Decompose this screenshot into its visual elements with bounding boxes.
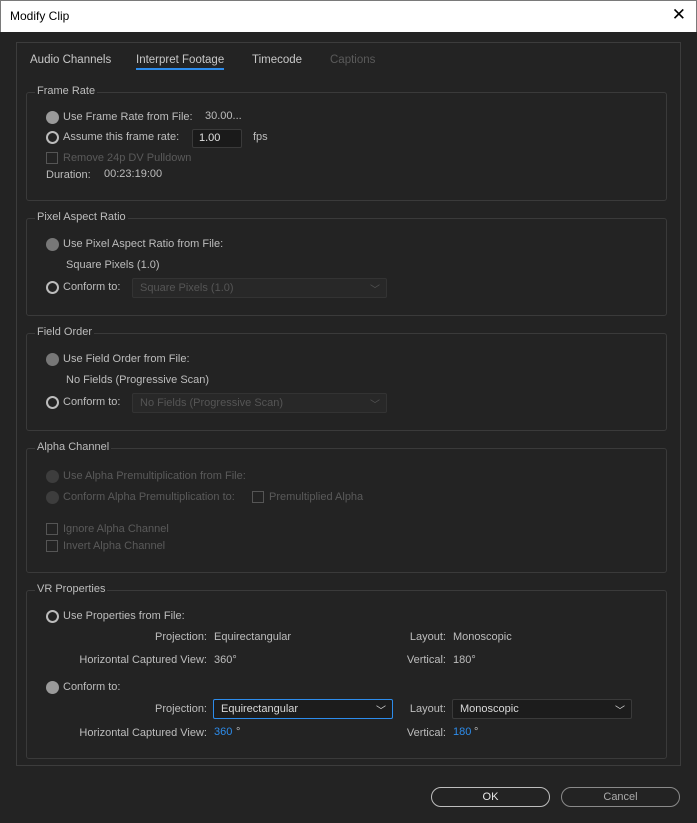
file-frame-rate: 30.00...: [205, 110, 242, 122]
hview-deg: °: [236, 726, 241, 738]
projection-label: Projection:: [155, 631, 207, 643]
use-par-label: Use Pixel Aspect Ratio from File:: [63, 238, 224, 250]
use-vr-file-radio[interactable]: [46, 610, 59, 623]
c-hview-label: Horizontal Captured View:: [79, 727, 207, 739]
select-value: Equirectangular: [221, 703, 299, 715]
remove-pulldown-checkbox: [46, 152, 58, 164]
group-title: Frame Rate: [35, 85, 98, 97]
conform-alpha-label: Conform Alpha Premultiplication to:: [63, 491, 235, 503]
use-vr-file-label: Use Properties from File:: [63, 610, 185, 622]
vertical-value: 180°: [453, 654, 476, 666]
alpha-channel-group: Alpha Channel: [26, 441, 667, 573]
conform-vr-label: Conform to:: [63, 681, 121, 693]
tab-interpret-footage[interactable]: Interpret Footage: [136, 54, 225, 70]
duration-value: 00:23:19:00: [104, 168, 163, 180]
ignore-alpha-label: Ignore Alpha Channel: [63, 523, 169, 535]
group-title: Alpha Channel: [35, 441, 112, 453]
conform-par-radio[interactable]: [46, 281, 59, 294]
tab-timecode[interactable]: Timecode: [252, 54, 302, 66]
cancel-button[interactable]: Cancel: [561, 787, 680, 807]
frame-rate-group: Frame Rate: [26, 85, 667, 201]
use-alpha-radio: [46, 470, 59, 483]
fps-label: fps: [253, 131, 268, 143]
select-value: Monoscopic: [460, 703, 519, 715]
assume-frame-rate-radio[interactable]: [46, 131, 59, 144]
conform-vr-radio[interactable]: [46, 681, 59, 694]
use-frame-rate-radio[interactable]: [46, 111, 59, 124]
conform-field-order-radio[interactable]: [46, 396, 59, 409]
group-title: Pixel Aspect Ratio: [35, 211, 128, 223]
ok-button[interactable]: OK: [431, 787, 550, 807]
layout-select[interactable]: Monoscopic ﹀: [452, 699, 632, 719]
group-title: Field Order: [35, 326, 95, 338]
projection-select[interactable]: Equirectangular ﹀: [213, 699, 393, 719]
chevron-down-icon: ﹀: [370, 285, 380, 296]
use-field-order-label: Use Field Order from File:: [63, 353, 190, 365]
tab-captions: Captions: [330, 54, 376, 66]
vertical-deg: °: [474, 726, 479, 738]
tab-audio-channels[interactable]: Audio Channels: [30, 54, 111, 66]
invert-alpha-label: Invert Alpha Channel: [63, 540, 166, 552]
premultiplied-label: Premultiplied Alpha: [269, 491, 364, 503]
c-layout-label: Layout:: [409, 703, 446, 715]
par-file-value: Square Pixels (1.0): [66, 259, 160, 271]
group-title: VR Properties: [35, 583, 108, 595]
conform-field-order-select: No Fields (Progressive Scan) ﹀: [132, 393, 387, 413]
select-value: Square Pixels (1.0): [140, 282, 234, 294]
vertical-scrub-value[interactable]: 180: [453, 726, 471, 738]
use-par-radio[interactable]: [46, 238, 59, 251]
vertical-label: Vertical:: [406, 654, 446, 666]
invert-alpha-checkbox: [46, 540, 58, 552]
c-projection-label: Projection:: [155, 703, 207, 715]
projection-value: Equirectangular: [214, 631, 292, 643]
chevron-down-icon: ﹀: [370, 400, 380, 411]
field-order-file-value: No Fields (Progressive Scan): [66, 374, 210, 386]
hview-scrub-value[interactable]: 360: [214, 726, 232, 738]
use-field-order-radio[interactable]: [46, 353, 59, 366]
use-alpha-label: Use Alpha Premultiplication from File:: [63, 470, 246, 482]
remove-pulldown-label: Remove 24p DV Pulldown: [63, 152, 192, 164]
conform-field-order-label: Conform to:: [63, 396, 121, 408]
layout-value: Monoscopic: [453, 631, 512, 643]
ignore-alpha-checkbox: [46, 523, 58, 535]
close-icon[interactable]: ✕: [672, 5, 686, 25]
premultiplied-checkbox: [252, 491, 264, 503]
hview-value: 360°: [214, 654, 237, 666]
hview-label: Horizontal Captured View:: [79, 654, 207, 666]
conform-alpha-radio: [46, 491, 59, 504]
title-bar: Modify Clip ✕: [0, 0, 697, 32]
conform-par-select: Square Pixels (1.0) ﹀: [132, 278, 387, 298]
chevron-down-icon: ﹀: [615, 706, 625, 717]
conform-par-label: Conform to:: [63, 281, 121, 293]
layout-label: Layout:: [409, 631, 446, 643]
assume-frame-rate-label: Assume this frame rate:: [63, 131, 180, 143]
use-frame-rate-label: Use Frame Rate from File:: [63, 111, 193, 123]
duration-label: Duration:: [46, 169, 91, 181]
c-vertical-label: Vertical:: [406, 727, 446, 739]
frame-rate-input[interactable]: 1.00: [192, 129, 242, 148]
window-title: Modify Clip: [10, 9, 70, 23]
select-value: No Fields (Progressive Scan): [140, 397, 284, 409]
